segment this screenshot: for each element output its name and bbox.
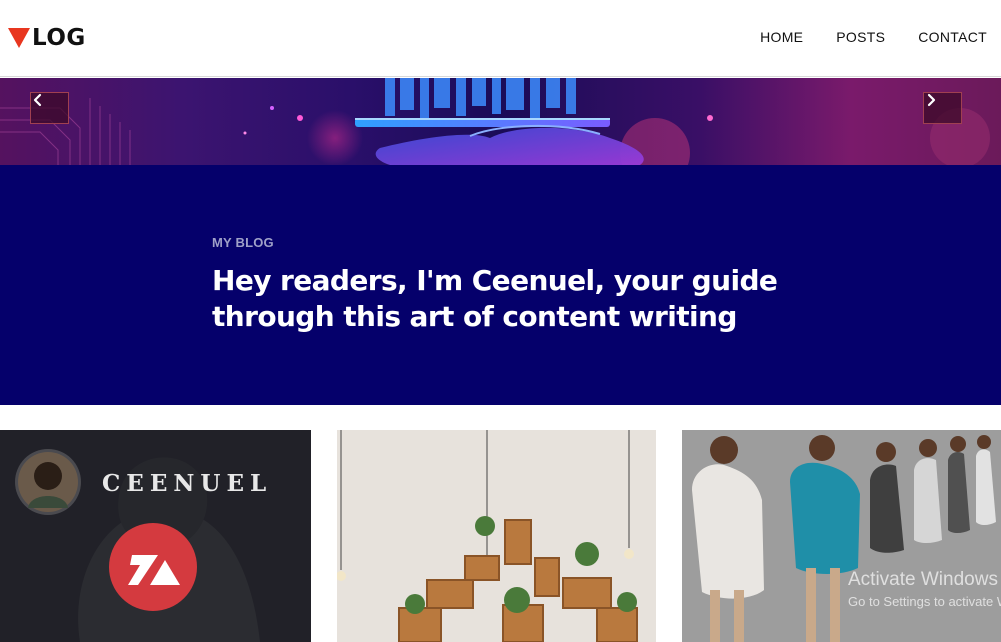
activate-windows-watermark: Activate Windows Go to Settings to activ…	[848, 569, 1001, 611]
nav-posts-link[interactable]: POSTS	[836, 29, 885, 45]
site-logo[interactable]: LOG	[8, 24, 86, 52]
tech-hand-illustration	[0, 78, 990, 165]
carousel-prev-button[interactable]	[30, 92, 69, 124]
hero-text-band: MY BLOG Hey readers, I'm Ceenuel, your g…	[0, 165, 1001, 405]
ceenuel-brand-image	[0, 430, 311, 642]
card-logo-text: CEENUEL	[102, 470, 273, 497]
nav-contact-link[interactable]: CONTACT	[918, 29, 987, 45]
hero-headline: Hey readers, I'm Ceenuel, your guide thr…	[212, 264, 778, 333]
nav-home-link[interactable]: HOME	[760, 29, 803, 45]
logo-text: LOG	[32, 25, 86, 51]
hero-carousel-image	[0, 78, 1001, 165]
navbar: LOG HOME POSTS CONTACT	[0, 0, 1001, 77]
chevron-left-icon	[33, 93, 42, 107]
carousel-next-button[interactable]	[923, 92, 962, 124]
main-nav: HOME POSTS CONTACT	[727, 29, 987, 45]
post-card-shelves[interactable]	[337, 430, 656, 642]
wall-shelves-image	[337, 430, 656, 642]
watermark-subtitle: Go to Settings to activate Windows.	[848, 594, 1001, 609]
hero-kicker: MY BLOG	[212, 235, 274, 250]
chevron-right-icon	[927, 93, 936, 107]
watermark-title: Activate Windows	[848, 569, 998, 590]
post-card-ceenuel[interactable]: CEENUEL	[0, 430, 311, 642]
logo-triangle-icon	[8, 28, 30, 48]
